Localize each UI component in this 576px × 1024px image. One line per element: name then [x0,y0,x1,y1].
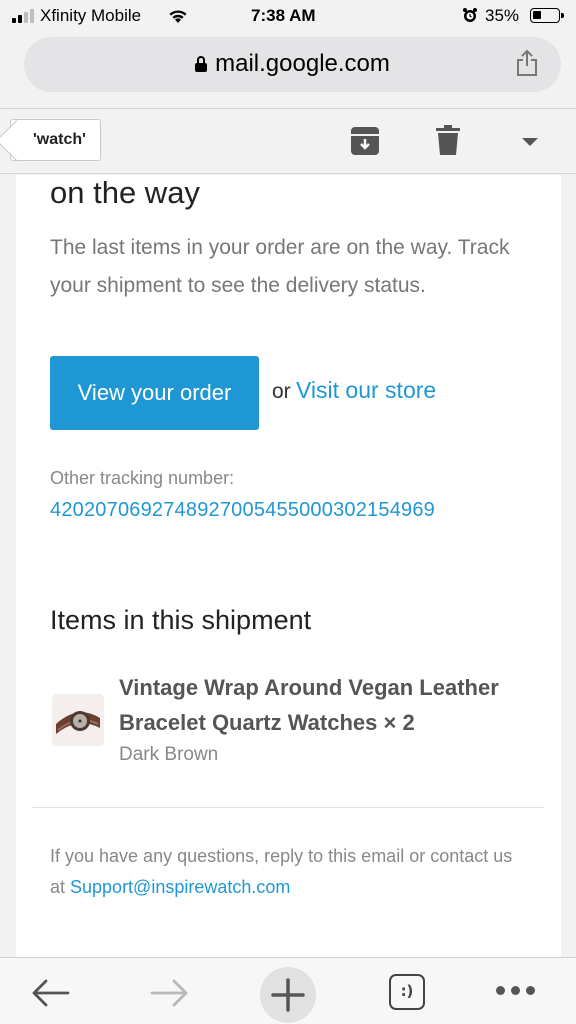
tracking-number-link[interactable]: 420207069274892700545500030215496​9 [50,499,435,522]
gmail-toolbar: 'watch' [0,108,576,174]
wifi-icon [168,8,188,29]
battery-icon [530,8,564,23]
alarm-icon [462,7,478,28]
new-tab-button[interactable] [260,967,316,1023]
divider [32,807,544,808]
clock-time: 7:38 AM [251,6,316,25]
more-actions-caret-icon[interactable] [522,138,538,146]
email-body: on the way The last items in your order … [16,175,561,957]
or-text: or [272,380,291,403]
plus-icon [271,978,305,1012]
more-icon[interactable] [496,986,535,995]
email-message: The last items in your order are on the … [50,236,510,297]
carrier-name: Xfinity Mobile [40,6,142,25]
view-order-button[interactable]: View your order [50,356,259,430]
watch-thumbnail [52,694,104,746]
signal-icon [12,9,34,23]
share-icon[interactable] [515,49,539,82]
url-text[interactable]: mail.google.com [215,50,390,78]
shipment-section-title: Items in this shipment [50,605,312,635]
email-heading: on the way [50,175,200,210]
support-email-link[interactable]: Support@inspirewatch.com [70,877,290,897]
browser-bottom-bar: :) [0,957,576,1024]
archive-icon[interactable] [350,126,380,161]
address-bar[interactable]: mail.google.com [24,37,561,92]
item-variant: Dark Brown [119,744,219,765]
back-arrow-icon[interactable] [30,977,70,1014]
trash-icon[interactable] [436,124,460,161]
visit-store-link[interactable]: Visit our store [296,377,436,404]
forward-arrow-icon[interactable] [150,977,190,1014]
footer-text: If you have any questions, reply to this… [50,841,530,903]
back-to-label-button[interactable]: 'watch' [10,119,101,161]
item-title: Vintage Wrap Around Vegan Leather Bracel… [119,675,499,735]
tabs-icon[interactable]: :) [389,974,425,1010]
lock-icon [195,56,208,72]
battery-percentage: 35% [485,6,520,25]
tracking-label: Other tracking number: [50,468,235,488]
label-name: 'watch' [33,131,86,148]
status-bar: Xfinity Mobile 7:38 AM 35% [0,0,576,34]
